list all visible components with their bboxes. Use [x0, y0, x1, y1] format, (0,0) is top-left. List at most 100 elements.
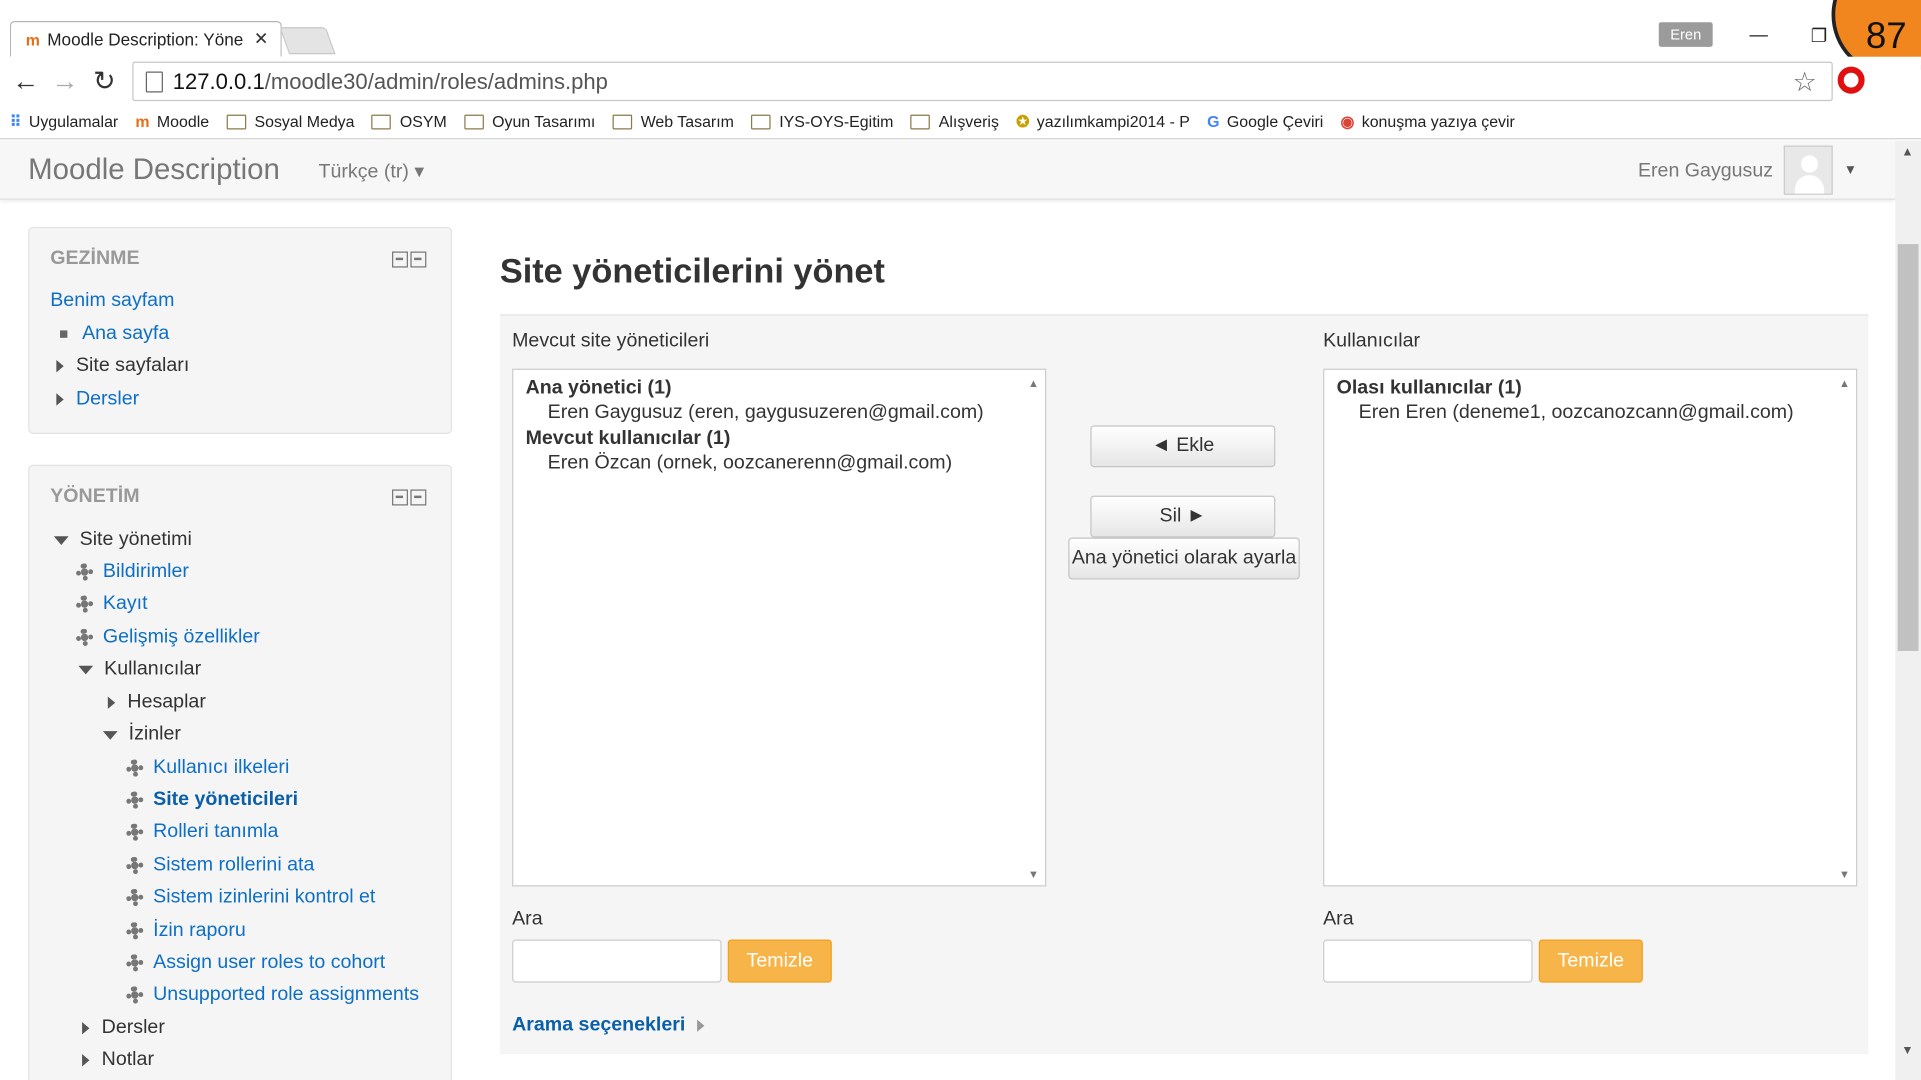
label: Hesaplar: [127, 691, 206, 713]
admin-advanced-features[interactable]: Gelişmiş özellikler: [75, 626, 260, 648]
bookmark-folder[interactable]: OSYM: [371, 112, 447, 131]
site-brand[interactable]: Moodle Description: [28, 153, 280, 188]
new-tab-button[interactable]: [279, 27, 336, 55]
admin-check-system-permissions[interactable]: Sistem izinlerini kontrol et: [126, 886, 375, 908]
bookmark-moodle[interactable]: m Moodle: [135, 112, 209, 130]
bookmark-speech[interactable]: ◉ konuşma yazıya çevir: [1340, 112, 1514, 132]
search-label: Ara: [1323, 908, 1354, 930]
search-input-potential[interactable]: [1323, 939, 1533, 983]
bookmark-apps[interactable]: ⠿ Uygulamalar: [10, 112, 118, 132]
url-path: /moodle30/admin/roles/admins.php: [264, 68, 608, 94]
admin-user-policies[interactable]: Kullanıcı ilkeleri: [126, 757, 289, 779]
admin-users[interactable]: Kullanıcılar: [78, 658, 201, 680]
bookmark-yazilimkampi[interactable]: ✪ yazılımkampi2014 - P: [1016, 112, 1190, 132]
page-scrollbar[interactable]: ▲ ▼: [1895, 140, 1921, 1080]
forward-arrow-icon[interactable]: →: [51, 65, 78, 97]
browser-tab[interactable]: m Moodle Description: Yöne ✕: [9, 20, 282, 57]
admin-define-roles[interactable]: Rolleri tanımla: [126, 821, 278, 843]
folder-icon: [910, 114, 931, 129]
nav-courses[interactable]: Dersler: [56, 388, 139, 410]
expand-arrow-icon: [56, 360, 64, 373]
user-menu-caret-icon[interactable]: ▼: [1844, 163, 1857, 178]
list-option[interactable]: Eren Eren (deneme1, oozcanozcann@gmail.c…: [1359, 402, 1794, 424]
admin-accounts[interactable]: Hesaplar: [107, 691, 206, 714]
list-option[interactable]: Eren Özcan (ornek, oozcanerenn@gmail.com…: [548, 452, 952, 474]
block-controls[interactable]: [392, 251, 427, 268]
bookmark-google-translate[interactable]: G Google Çeviri: [1207, 112, 1323, 130]
admin-registration[interactable]: Kayıt: [75, 593, 148, 615]
scroll-down-icon[interactable]: ▼: [1839, 868, 1850, 880]
bookmark-folder[interactable]: IYS-OYS-Egitim: [751, 112, 893, 131]
bookmark-label: yazılımkampi2014 - P: [1036, 112, 1190, 131]
restore-icon[interactable]: ❐: [1811, 25, 1827, 47]
scrollbar-thumb[interactable]: [1897, 244, 1919, 651]
existing-admins-select[interactable]: Ana yönetici (1) Eren Gaygusuz (eren, ga…: [512, 368, 1047, 887]
remove-button[interactable]: Sil ►: [1090, 495, 1276, 538]
bookmark-folder[interactable]: Alışveriş: [910, 112, 999, 131]
scroll-down-icon[interactable]: ▼: [1028, 868, 1039, 880]
bookmark-folder[interactable]: Web Tasarım: [612, 112, 734, 131]
label: Kullanıcılar: [104, 658, 202, 680]
admin-site-administrators[interactable]: Site yöneticileri: [126, 789, 298, 811]
bookmark-label: OSYM: [399, 112, 447, 131]
cat-icon: ✪: [1016, 111, 1030, 131]
clear-button[interactable]: Temizle: [727, 939, 832, 983]
profile-button[interactable]: Eren: [1658, 22, 1713, 47]
admin-permission-report[interactable]: İzin raporu: [126, 920, 246, 942]
search-label: Ara: [512, 908, 543, 930]
nav-my-page[interactable]: Benim sayfam: [50, 290, 174, 312]
bookmark-star-icon[interactable]: ☆: [1793, 67, 1817, 99]
tab-close-icon[interactable]: ✕: [254, 28, 268, 49]
scroll-up-icon[interactable]: ▲: [1028, 377, 1039, 389]
nav-home[interactable]: Ana sayfa: [56, 323, 169, 345]
search-input-existing[interactable]: [512, 939, 722, 983]
address-bar[interactable]: 127.0.0.1/moodle30/admin/roles/admins.ph…: [132, 61, 1833, 102]
admin-courses[interactable]: Dersler: [82, 1017, 165, 1039]
dock-icon[interactable]: [410, 489, 427, 506]
reload-icon[interactable]: ↻: [93, 65, 116, 97]
admin-assign-system-roles[interactable]: Sistem rollerini ata: [126, 854, 314, 876]
scroll-down-icon[interactable]: ▼: [1901, 1044, 1913, 1058]
tab-title: Moodle Description: Yöne: [47, 29, 244, 50]
user-name[interactable]: Eren Gaygusuz: [1638, 160, 1773, 182]
language-menu[interactable]: Türkçe (tr) ▾: [319, 159, 425, 184]
collapse-icon[interactable]: [392, 489, 408, 506]
set-main-admin-button[interactable]: Ana yönetici olarak ayarla: [1068, 537, 1300, 580]
admin-grades[interactable]: Notlar: [82, 1049, 154, 1071]
label: Unsupported role assignments: [153, 983, 420, 1005]
collapse-arrow-icon: [102, 730, 118, 740]
nav-courses-label: Dersler: [75, 388, 140, 410]
folder-icon: [226, 114, 246, 129]
label: Sistem izinlerini kontrol et: [153, 886, 376, 908]
clear-button[interactable]: Temizle: [1538, 939, 1643, 983]
existing-admins-label: Mevcut site yöneticileri: [512, 330, 710, 352]
list-option[interactable]: Eren Gaygusuz (eren, gaygusuzeren@gmail.…: [548, 402, 984, 424]
block-controls[interactable]: [392, 489, 427, 506]
admin-permissions[interactable]: İzinler: [102, 724, 181, 746]
scroll-up-icon[interactable]: ▲: [1839, 377, 1850, 389]
scroll-up-icon[interactable]: ▲: [1901, 145, 1913, 159]
admin-assign-cohort-roles[interactable]: Assign user roles to cohort: [126, 952, 385, 974]
existing-users-group: Mevcut kullanıcılar (1): [525, 427, 731, 449]
page-title: Site yöneticilerini yönet: [499, 251, 885, 290]
gear-icon: [126, 954, 144, 972]
potential-users-select[interactable]: Olası kullanıcılar (1) Eren Eren (deneme…: [1323, 368, 1858, 887]
bookmarks-bar: ⠿ Uygulamalar m Moodle Sosyal Medya OSYM O…: [0, 104, 1921, 140]
opera-extension-icon[interactable]: [1837, 66, 1865, 94]
expand-arrow-icon: [107, 696, 116, 709]
dock-icon[interactable]: [410, 251, 427, 268]
search-options-toggle[interactable]: Arama seçenekleri: [512, 1015, 717, 1037]
back-arrow-icon[interactable]: ←: [12, 65, 39, 97]
minimize-icon[interactable]: —: [1749, 25, 1767, 46]
collapse-icon[interactable]: [392, 251, 408, 268]
nav-site-pages[interactable]: Site sayfaları: [56, 355, 189, 377]
admin-notifications[interactable]: Bildirimler: [75, 561, 189, 583]
bookmark-label: Moodle: [156, 112, 210, 131]
bookmark-folder[interactable]: Sosyal Medya: [226, 112, 355, 131]
avatar[interactable]: [1783, 145, 1833, 195]
add-button[interactable]: ◄ Ekle: [1090, 425, 1276, 468]
admin-unsupported-role-assignments[interactable]: Unsupported role assignments: [126, 984, 419, 1006]
translate-icon: G: [1207, 112, 1220, 131]
admin-site-administration[interactable]: Site yönetimi: [53, 529, 192, 551]
bookmark-folder[interactable]: Oyun Tasarımı: [463, 112, 595, 131]
